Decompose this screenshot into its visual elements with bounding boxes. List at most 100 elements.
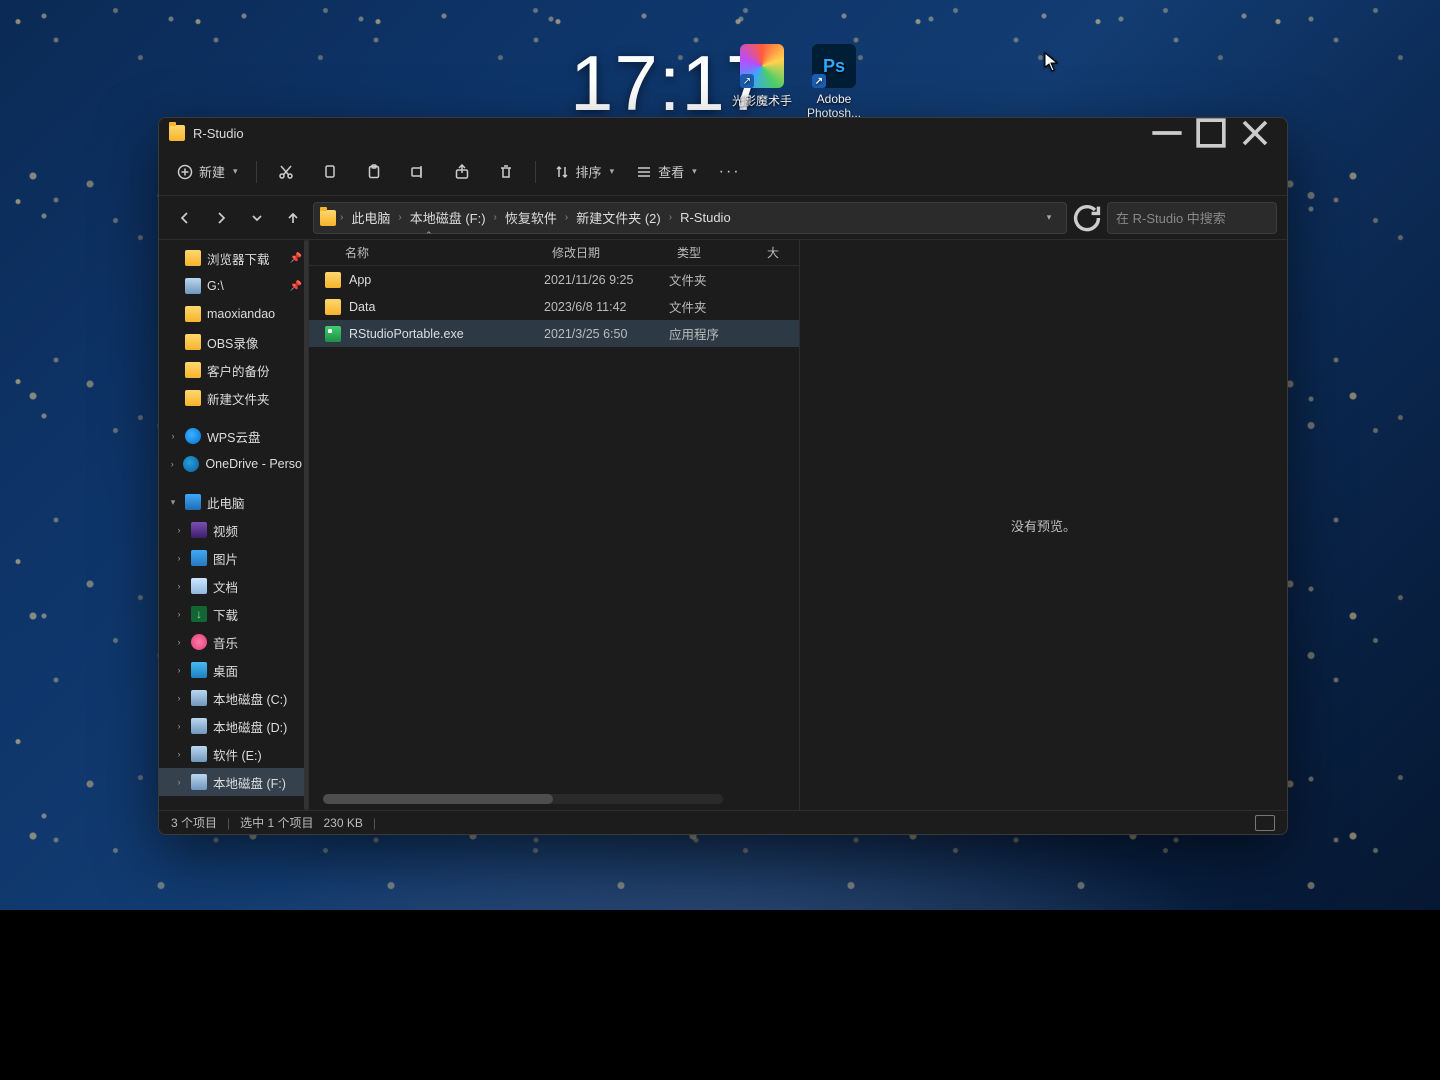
drive-icon bbox=[185, 278, 201, 294]
column-headers: 名称 修改日期 类型 大 bbox=[309, 240, 799, 266]
sidebar-item[interactable]: ›↓下载 bbox=[159, 600, 308, 628]
search-placeholder: 在 R-Studio 中搜索 bbox=[1116, 208, 1226, 227]
view-button[interactable]: 查看▾ bbox=[628, 155, 705, 189]
sidebar-item[interactable]: G:\📌 bbox=[159, 272, 308, 300]
folder-icon bbox=[169, 125, 185, 141]
delete-button[interactable] bbox=[487, 155, 525, 189]
sidebar-item[interactable]: 浏览器下载📌 bbox=[159, 244, 308, 272]
column-name[interactable]: 名称 bbox=[309, 244, 544, 261]
onedrive-icon bbox=[183, 456, 199, 472]
column-date[interactable]: 修改日期 bbox=[544, 244, 669, 261]
up-button[interactable] bbox=[277, 202, 309, 234]
folder-icon bbox=[320, 210, 336, 226]
preview-text: 没有预览。 bbox=[1011, 516, 1076, 535]
copy-button[interactable] bbox=[311, 155, 349, 189]
video-icon bbox=[191, 522, 207, 538]
toolbar: 新建▾ 排序▾ 查看▾ ··· bbox=[159, 148, 1287, 196]
breadcrumb-segment[interactable]: 此电脑 bbox=[347, 206, 394, 229]
pc-icon bbox=[185, 494, 201, 510]
pic-icon bbox=[191, 550, 207, 566]
new-button-label: 新建 bbox=[199, 162, 225, 181]
cut-button[interactable] bbox=[267, 155, 305, 189]
folder-icon bbox=[185, 362, 201, 378]
desktop-shortcut-label: 光影魔术手 bbox=[732, 94, 792, 108]
rename-button[interactable] bbox=[399, 155, 437, 189]
sidebar-item[interactable]: ›桌面 bbox=[159, 656, 308, 684]
view-mode-button[interactable] bbox=[1255, 815, 1275, 831]
minimize-button[interactable] bbox=[1145, 118, 1189, 148]
table-row[interactable]: App2021/11/26 9:25文件夹 bbox=[309, 266, 799, 293]
sidebar[interactable]: 浏览器下载📌G:\📌maoxiandaoOBS录像客户的备份新建文件夹 ›WPS… bbox=[159, 240, 309, 810]
table-row[interactable]: Data2023/6/8 11:42文件夹 bbox=[309, 293, 799, 320]
drive-icon bbox=[191, 718, 207, 734]
letterbox-bar bbox=[0, 910, 1440, 1080]
sidebar-item[interactable]: ›视频 bbox=[159, 516, 308, 544]
status-bar: 3 个项目 | 选中 1 个项目 230 KB | bbox=[159, 810, 1287, 834]
horizontal-scrollbar[interactable] bbox=[323, 794, 723, 804]
address-dropdown-icon[interactable]: ▾ bbox=[1038, 212, 1060, 223]
maximize-button[interactable] bbox=[1189, 118, 1233, 148]
status-selected: 选中 1 个项目 bbox=[240, 814, 313, 831]
sort-button[interactable]: 排序▾ bbox=[546, 155, 623, 189]
paste-button[interactable] bbox=[355, 155, 393, 189]
file-type: 文件夹 bbox=[669, 270, 759, 289]
breadcrumb-segment[interactable]: 本地磁盘 (F:) bbox=[406, 206, 490, 229]
forward-button[interactable] bbox=[205, 202, 237, 234]
sidebar-item[interactable]: ›本地磁盘 (C:) bbox=[159, 684, 308, 712]
close-button[interactable] bbox=[1233, 118, 1277, 148]
drive-icon bbox=[191, 774, 207, 790]
pin-icon: 📌 bbox=[290, 253, 302, 264]
sidebar-item[interactable]: ›本地磁盘 (D:) bbox=[159, 712, 308, 740]
mouse-cursor-icon bbox=[1044, 52, 1058, 72]
titlebar[interactable]: R-Studio bbox=[159, 118, 1287, 148]
file-type: 文件夹 bbox=[669, 297, 759, 316]
folder-icon bbox=[325, 299, 341, 315]
file-name: RStudioPortable.exe bbox=[349, 327, 544, 341]
address-bar[interactable]: ›此电脑 ›本地磁盘 (F:) ›恢复软件 ›新建文件夹 (2) ›R-Stud… bbox=[313, 202, 1067, 234]
music-icon bbox=[191, 634, 207, 650]
share-button[interactable] bbox=[443, 155, 481, 189]
sidebar-item[interactable]: 客户的备份 bbox=[159, 356, 308, 384]
sidebar-item-this-pc[interactable]: ▾此电脑 bbox=[159, 488, 308, 516]
breadcrumb-segment[interactable]: 新建文件夹 (2) bbox=[572, 206, 665, 229]
file-date: 2021/11/26 9:25 bbox=[544, 273, 669, 287]
column-size[interactable]: 大 bbox=[759, 244, 799, 261]
sidebar-item[interactable]: ›图片 bbox=[159, 544, 308, 572]
navbar: ›此电脑 ›本地磁盘 (F:) ›恢复软件 ›新建文件夹 (2) ›R-Stud… bbox=[159, 196, 1287, 240]
cloud-icon bbox=[185, 428, 201, 444]
desk-icon bbox=[191, 662, 207, 678]
sidebar-item[interactable]: ›文档 bbox=[159, 572, 308, 600]
sidebar-item[interactable]: 新建文件夹 bbox=[159, 384, 308, 412]
doc-icon bbox=[191, 578, 207, 594]
file-type: 应用程序 bbox=[669, 324, 759, 343]
file-name: App bbox=[349, 273, 544, 287]
status-size: 230 KB bbox=[323, 816, 362, 830]
table-row[interactable]: RStudioPortable.exe2021/3/25 6:50应用程序 bbox=[309, 320, 799, 347]
scrollbar-thumb[interactable] bbox=[323, 794, 553, 804]
sidebar-item[interactable]: ›OneDrive - Perso bbox=[159, 450, 308, 478]
sidebar-item[interactable]: ›本地磁盘 (F:) bbox=[159, 768, 308, 796]
desktop-shortcut-label: Adobe Photosh... bbox=[807, 92, 861, 120]
sidebar-item[interactable]: ›软件 (E:) bbox=[159, 740, 308, 768]
more-button[interactable]: ··· bbox=[711, 155, 749, 189]
folder-icon bbox=[185, 334, 201, 350]
breadcrumb-segment[interactable]: 恢复软件 bbox=[501, 206, 561, 229]
folder-icon bbox=[185, 250, 201, 266]
refresh-button[interactable] bbox=[1071, 202, 1103, 234]
preview-pane: 没有预览。 bbox=[800, 240, 1287, 810]
new-button[interactable]: 新建▾ bbox=[169, 155, 246, 189]
column-type[interactable]: 类型 bbox=[669, 244, 759, 261]
breadcrumb-segment[interactable]: R-Studio bbox=[676, 208, 735, 227]
recent-button[interactable] bbox=[241, 202, 273, 234]
desktop-shortcut-guangying[interactable]: ↗ 光影魔术手 bbox=[726, 44, 798, 109]
sidebar-item[interactable]: OBS录像 bbox=[159, 328, 308, 356]
back-button[interactable] bbox=[169, 202, 201, 234]
desktop-shortcut-photoshop[interactable]: Ps↗ Adobe Photosh... bbox=[798, 44, 870, 120]
sidebar-item[interactable]: ›WPS云盘 bbox=[159, 422, 308, 450]
window-title: R-Studio bbox=[193, 126, 244, 141]
sidebar-item[interactable]: ›音乐 bbox=[159, 628, 308, 656]
sidebar-scrollbar[interactable] bbox=[304, 240, 308, 810]
folder-icon bbox=[185, 390, 201, 406]
sidebar-item[interactable]: maoxiandao bbox=[159, 300, 308, 328]
search-input[interactable]: 在 R-Studio 中搜索 bbox=[1107, 202, 1277, 234]
